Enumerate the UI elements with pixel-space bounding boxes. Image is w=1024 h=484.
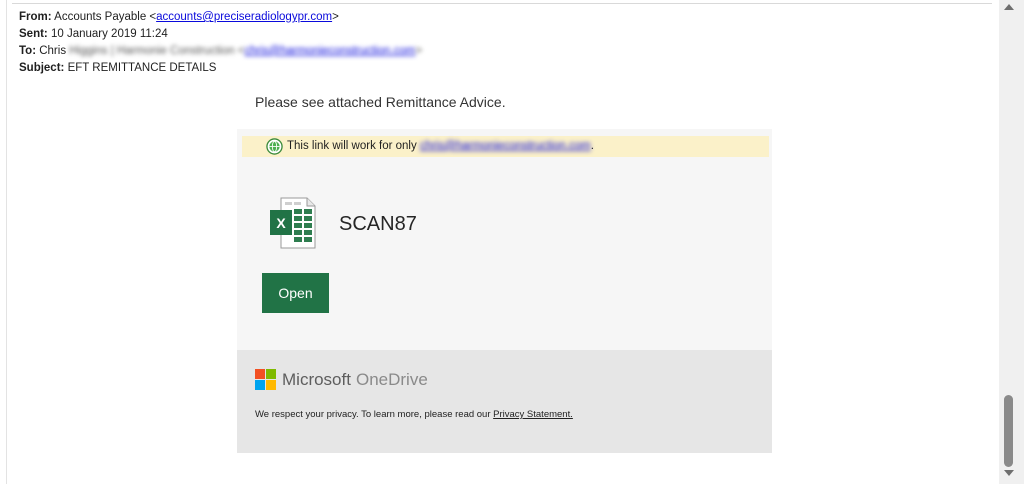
svg-text:X: X [276, 215, 286, 231]
from-close: > [332, 11, 339, 23]
globe-icon [266, 138, 283, 155]
from-name: Accounts Payable < [54, 11, 157, 23]
ms-logo-green [266, 369, 276, 379]
onedrive-footer [237, 350, 772, 453]
subject-value: EFT REMITTANCE DETAILS [67, 62, 217, 74]
from-row: From: Accounts Payable <accounts@precise… [19, 9, 422, 26]
scroll-up-arrow-icon[interactable] [1004, 4, 1014, 10]
brand-microsoft: Microsoft [282, 370, 351, 389]
notice-text-wrap: This link will work for only chris@harmo… [287, 136, 594, 157]
notice-email-link[interactable]: chris@harmonieconstruction.com [420, 140, 591, 152]
brand-wordmark: Microsoft OneDrive [282, 370, 428, 390]
sent-label: Sent: [19, 28, 48, 40]
privacy-text: We respect your privacy. To learn more, … [255, 409, 494, 420]
link-notice-banner: This link will work for only chris@harmo… [242, 136, 769, 157]
ms-logo-red [255, 369, 265, 379]
brand-onedrive: OneDrive [355, 370, 428, 389]
to-first-name: Chris [39, 45, 67, 57]
scrollbar-thumb[interactable] [1004, 395, 1013, 467]
privacy-statement-link[interactable]: Privacy Statement. [493, 409, 573, 420]
to-label: To: [19, 45, 37, 57]
ms-logo-blue [255, 380, 265, 390]
file-name: SCAN87 [339, 213, 417, 235]
ms-logo-yellow [266, 380, 276, 390]
email-header: From: Accounts Payable <accounts@precise… [19, 9, 422, 77]
subject-row: Subject: EFT REMITTANCE DETAILS [19, 60, 422, 77]
to-email-link[interactable]: chris@harmonieconstruction.com [245, 45, 416, 57]
intro-text: Please see attached Remittance Advice. [255, 94, 506, 110]
divider [12, 3, 992, 4]
subject-label: Subject: [19, 62, 65, 74]
to-row: To: Chris Higgins | Harmonie Constructio… [19, 43, 422, 60]
excel-file-icon: X [270, 197, 316, 249]
privacy-notice: We respect your privacy. To learn more, … [255, 409, 573, 420]
sent-value: 10 January 2019 11:24 [50, 28, 168, 40]
notice-text: This link will work for only [287, 140, 420, 152]
to-redacted-name: Higgins | Harmonie Construction < [69, 45, 245, 57]
from-email-link[interactable]: accounts@preciseradiologypr.com [156, 11, 332, 23]
notice-end: . [590, 140, 594, 152]
sent-row: Sent: 10 January 2019 11:24 [19, 26, 422, 43]
scroll-down-arrow-icon[interactable] [1004, 470, 1014, 476]
to-close: > [415, 45, 423, 57]
open-button[interactable]: Open [262, 273, 329, 313]
microsoft-logo-icon [255, 369, 276, 390]
from-label: From: [19, 11, 52, 23]
